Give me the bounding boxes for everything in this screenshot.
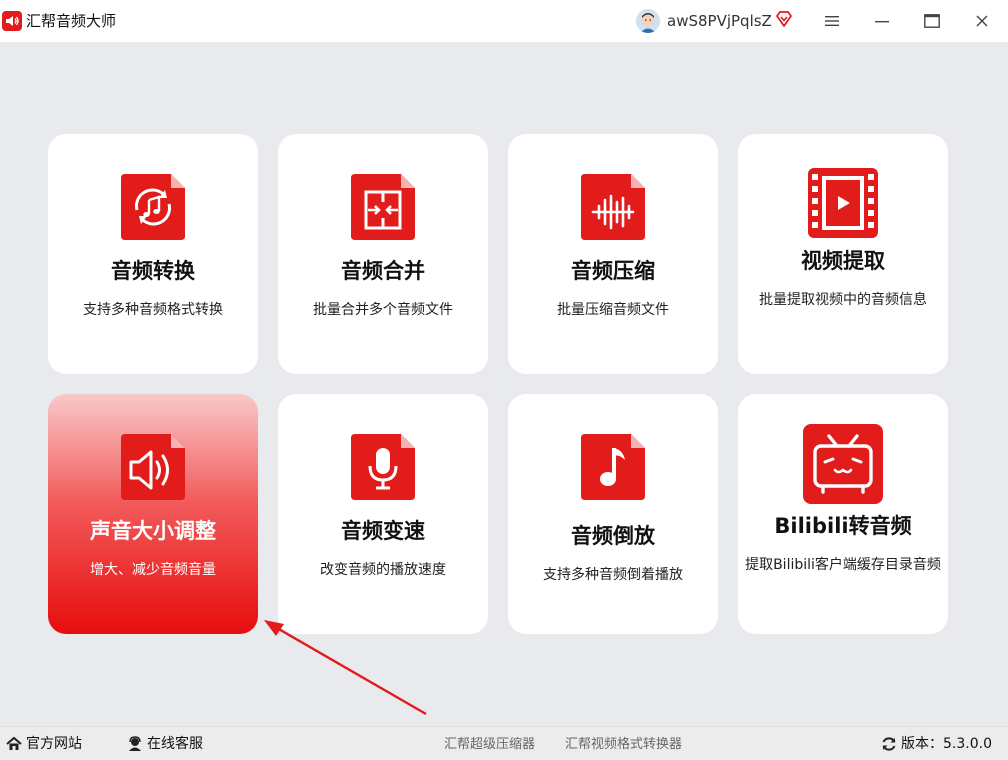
- card-desc: 提取Bilibili客户端缓存目录音频: [745, 557, 941, 573]
- official-website-link[interactable]: 官方网站: [6, 735, 82, 753]
- card-desc: 支持多种音频格式转换: [83, 302, 223, 318]
- card-volume-adjust[interactable]: 声音大小调整 增大、减少音频音量: [48, 394, 258, 634]
- minimize-button[interactable]: [859, 0, 905, 42]
- music-note-icon: [581, 434, 645, 500]
- card-desc: 增大、减少音频音量: [90, 562, 216, 578]
- online-support-label: 在线客服: [147, 736, 203, 752]
- card-desc: 批量压缩音频文件: [557, 302, 669, 318]
- video-converter-link[interactable]: 汇帮视频格式转换器: [565, 736, 682, 754]
- card-desc: 改变音频的播放速度: [320, 562, 446, 578]
- maximize-button[interactable]: [909, 0, 955, 42]
- maximize-icon: [924, 14, 940, 28]
- card-video-extract[interactable]: 视频提取 批量提取视频中的音频信息: [738, 134, 948, 374]
- menu-icon: [825, 16, 839, 26]
- audio-compress-icon: [581, 174, 645, 240]
- volume-adjust-icon: [121, 434, 185, 500]
- video-extract-icon: [808, 168, 878, 238]
- bilibili-tv-icon: [803, 424, 883, 504]
- minimize-icon: [875, 21, 889, 23]
- title-bar: 汇帮音频大师 awS8PVjPqlsZ: [0, 0, 1008, 42]
- vip-diamond-icon[interactable]: [775, 10, 793, 28]
- card-title: 音频转换: [111, 259, 195, 283]
- version-label: 版本：5.3.0.0: [901, 736, 992, 752]
- card-audio-compress[interactable]: 音频压缩 批量压缩音频文件: [508, 134, 718, 374]
- card-desc: 批量合并多个音频文件: [313, 302, 453, 318]
- card-title: 视频提取: [801, 249, 885, 273]
- menu-button[interactable]: [809, 0, 855, 42]
- card-title: Bilibili转音频: [774, 514, 912, 538]
- audio-convert-icon: [121, 174, 185, 240]
- close-button[interactable]: [959, 0, 1005, 42]
- card-desc: 支持多种音频倒着播放: [543, 567, 683, 583]
- status-bar: 官方网站 在线客服 汇帮超级压缩器 汇帮视频格式转换器 版本：5.3.0.0: [0, 726, 1008, 760]
- super-compressor-link[interactable]: 汇帮超级压缩器: [444, 736, 535, 754]
- card-audio-merge[interactable]: 音频合并 批量合并多个音频文件: [278, 134, 488, 374]
- card-desc: 批量提取视频中的音频信息: [759, 292, 927, 308]
- support-agent-icon: [129, 736, 141, 751]
- official-website-label: 官方网站: [26, 736, 82, 752]
- refresh-icon[interactable]: [881, 736, 897, 752]
- audio-merge-icon: [351, 174, 415, 240]
- app-logo-icon: [2, 11, 22, 31]
- home-icon: [6, 736, 22, 750]
- close-icon: [976, 15, 988, 27]
- pointer-arrow-icon: [264, 620, 427, 716]
- card-title: 音频倒放: [571, 524, 655, 548]
- card-title: 音频合并: [341, 259, 425, 283]
- card-audio-reverse[interactable]: 音频倒放 支持多种音频倒着播放: [508, 394, 718, 634]
- user-name[interactable]: awS8PVjPqlsZ: [667, 11, 772, 31]
- card-title: 音频压缩: [571, 259, 655, 283]
- card-bilibili-audio[interactable]: Bilibili转音频 提取Bilibili客户端缓存目录音频: [738, 394, 948, 634]
- card-title: 音频变速: [341, 519, 425, 543]
- microphone-icon: [351, 434, 415, 500]
- card-audio-convert[interactable]: 音频转换 支持多种音频格式转换: [48, 134, 258, 374]
- version-info: 版本：5.3.0.0: [881, 735, 992, 753]
- card-audio-speed[interactable]: 音频变速 改变音频的播放速度: [278, 394, 488, 634]
- card-title: 声音大小调整: [90, 519, 216, 543]
- user-avatar[interactable]: [636, 9, 660, 33]
- online-support-link[interactable]: 在线客服: [127, 735, 203, 753]
- app-title: 汇帮音频大师: [26, 12, 117, 30]
